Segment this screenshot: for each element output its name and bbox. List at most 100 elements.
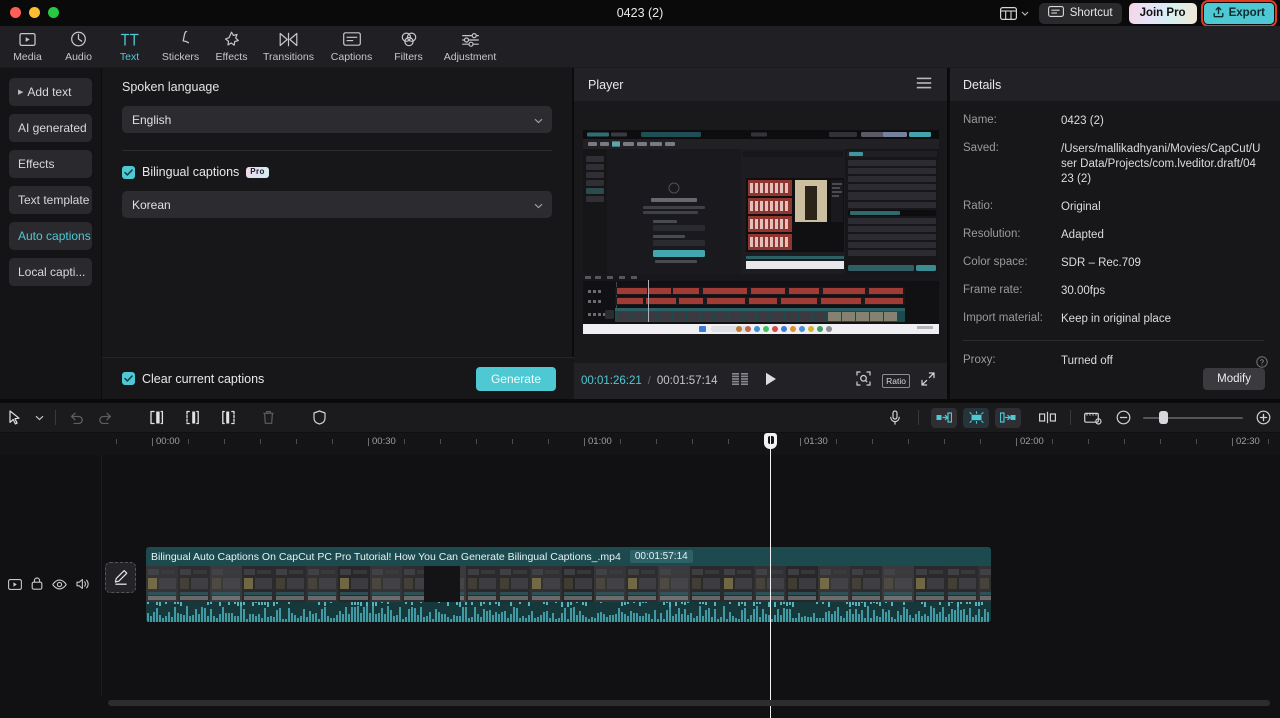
waveform-bar bbox=[807, 616, 809, 622]
export-button[interactable]: Export bbox=[1200, 0, 1278, 27]
edit-track-button[interactable] bbox=[105, 562, 136, 593]
waveform-bar-top bbox=[681, 602, 683, 604]
waveform-bar bbox=[687, 614, 689, 622]
waveform-bar-top bbox=[891, 602, 893, 606]
trim-right-icon[interactable] bbox=[214, 402, 243, 433]
sidebar-item-effects[interactable]: Effects bbox=[9, 150, 92, 178]
waveform-bar-top bbox=[273, 602, 275, 606]
delete-icon[interactable] bbox=[254, 402, 283, 433]
tab-filters[interactable]: Filters bbox=[383, 26, 434, 68]
keyframe-left-icon[interactable] bbox=[931, 407, 957, 428]
eye-icon[interactable] bbox=[52, 577, 67, 595]
waveform-bar bbox=[183, 615, 185, 622]
clear-captions-checkbox[interactable] bbox=[122, 372, 135, 385]
freeze-icon[interactable] bbox=[305, 402, 334, 433]
timeline-ruler[interactable]: 00:00 00:30 01:00 01:30 02:00 02:30 bbox=[0, 433, 1280, 455]
waveform-bar bbox=[558, 617, 560, 622]
waveform-bar bbox=[729, 611, 731, 622]
cursor-select-icon[interactable] bbox=[0, 402, 29, 433]
play-icon[interactable] bbox=[765, 372, 777, 391]
waveform-bar-top bbox=[438, 602, 440, 604]
waveform-bar bbox=[507, 617, 509, 622]
waveform-bar bbox=[555, 619, 557, 622]
tab-audio[interactable]: Audio bbox=[53, 26, 104, 68]
frames-icon[interactable] bbox=[731, 372, 749, 390]
redo-icon[interactable] bbox=[91, 402, 120, 433]
tab-adjustment[interactable]: Adjustment bbox=[434, 26, 506, 68]
zoom-out-icon[interactable] bbox=[1109, 402, 1137, 433]
spoken-language-select[interactable]: English bbox=[122, 106, 552, 133]
lock-icon[interactable] bbox=[31, 577, 43, 595]
waveform-bar-top bbox=[495, 602, 497, 604]
sidebar-item-auto-captions[interactable]: Auto captions bbox=[9, 222, 92, 250]
keyframe-right-icon[interactable] bbox=[995, 407, 1021, 428]
sidebar-item-add-text[interactable]: ▶ Add text bbox=[9, 78, 92, 106]
waveform-bar bbox=[402, 618, 404, 622]
waveform-bar bbox=[240, 606, 242, 622]
fullscreen-icon[interactable] bbox=[921, 371, 935, 391]
waveform-bar bbox=[447, 617, 449, 622]
waveform-bar bbox=[567, 619, 569, 622]
sidebar-item-ai-generated[interactable]: AI generated bbox=[9, 114, 92, 142]
waveform-bar-top bbox=[411, 602, 413, 605]
waveform-bar bbox=[462, 606, 464, 622]
split-icon[interactable] bbox=[142, 402, 171, 433]
snapshot-icon[interactable] bbox=[1077, 402, 1109, 433]
waveform-bar bbox=[762, 608, 764, 622]
undo-icon[interactable] bbox=[62, 402, 91, 433]
tab-captions[interactable]: Captions bbox=[320, 26, 383, 68]
timeline-clip[interactable]: Bilingual Auto Captions On CapCut PC Pro… bbox=[146, 547, 991, 622]
sidebar-item-local-captions[interactable]: Local capti... bbox=[9, 258, 92, 286]
generate-button[interactable]: Generate bbox=[475, 366, 556, 391]
sidebar-item-text-template[interactable]: Text template bbox=[9, 186, 92, 214]
clip-filmstrip bbox=[146, 566, 991, 602]
bilingual-captions-row[interactable]: Bilingual captions Pro bbox=[122, 165, 552, 179]
mirror-icon[interactable] bbox=[1030, 402, 1064, 433]
timeline[interactable]: 00:00 00:30 01:00 01:30 02:00 02:30 Bilingual… bbox=[0, 433, 1280, 718]
tab-stickers[interactable]: Stickers bbox=[155, 26, 206, 68]
details-value-resolution: Adapted bbox=[1061, 229, 1104, 241]
chevron-down-icon[interactable] bbox=[29, 402, 49, 433]
waveform-bar-top bbox=[759, 602, 761, 605]
spoken-language-value: English bbox=[132, 112, 172, 127]
details-title: Details bbox=[950, 68, 1280, 101]
waveform-bar bbox=[858, 613, 860, 622]
filmstrip-gap bbox=[424, 566, 460, 602]
crop-icon[interactable] bbox=[856, 371, 871, 391]
layout-switcher-button[interactable] bbox=[997, 6, 1032, 20]
waveform-bar bbox=[882, 608, 884, 622]
second-language-select[interactable]: Korean bbox=[122, 191, 552, 218]
tab-transitions[interactable]: Transitions bbox=[257, 26, 320, 68]
ruler-label: 01:30 bbox=[804, 436, 828, 447]
trim-left-icon[interactable] bbox=[178, 402, 207, 433]
waveform-bar-top bbox=[261, 602, 263, 605]
keyframe-mid-icon[interactable] bbox=[963, 407, 989, 428]
ruler-minor-tick bbox=[692, 439, 693, 444]
ruler-minor-tick bbox=[980, 439, 981, 444]
timeline-zoom-slider[interactable] bbox=[1143, 411, 1243, 425]
player-stage[interactable] bbox=[574, 101, 947, 363]
waveform-bar bbox=[585, 617, 587, 622]
modify-button[interactable]: Modify bbox=[1203, 368, 1265, 390]
waveform-bar-top bbox=[756, 602, 758, 604]
bilingual-captions-checkbox[interactable] bbox=[122, 165, 135, 179]
waveform-bar bbox=[714, 609, 716, 622]
tab-text[interactable]: Text bbox=[104, 26, 155, 68]
waveform-bar-top bbox=[555, 602, 557, 604]
clear-captions-row[interactable]: Clear current captions bbox=[122, 372, 264, 386]
join-pro-button[interactable]: Join Pro bbox=[1128, 2, 1197, 24]
waveform-bar bbox=[738, 618, 740, 622]
video-track-icon[interactable] bbox=[8, 577, 22, 595]
waveform-bar-top bbox=[567, 602, 569, 607]
shortcut-button[interactable]: Shortcut bbox=[1038, 2, 1122, 24]
ratio-button[interactable]: Ratio bbox=[882, 374, 910, 388]
microphone-icon[interactable] bbox=[878, 402, 912, 433]
clear-captions-label: Clear current captions bbox=[142, 371, 265, 386]
volume-icon[interactable] bbox=[76, 577, 90, 595]
zoom-slider-knob[interactable] bbox=[1159, 411, 1168, 424]
tab-media[interactable]: Media bbox=[2, 26, 53, 68]
zoom-in-icon[interactable] bbox=[1249, 402, 1277, 433]
tab-effects[interactable]: Effects bbox=[206, 26, 257, 68]
timeline-horizontal-scrollbar[interactable] bbox=[108, 700, 1270, 706]
hamburger-icon[interactable] bbox=[916, 77, 932, 92]
